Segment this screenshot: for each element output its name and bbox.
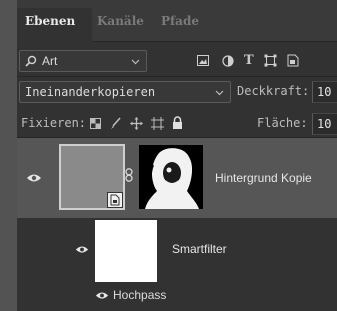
filter-kind-label: Art [42,54,58,68]
lock-all-icon[interactable] [172,116,183,129]
layer-thumbnail[interactable] [59,144,125,210]
image-filter-icon[interactable] [197,55,209,66]
blend-row: Ineinanderkopieren Deckkraft: 10 [17,81,337,103]
opacity-input[interactable]: 10 [312,81,337,103]
opacity-value: 10 [317,85,332,99]
smartfilter-label[interactable]: Smartfilter [172,242,227,256]
chevron-down-icon [131,59,140,65]
fill-value: 10 [317,117,332,131]
layer-row-hintergrund-kopie[interactable]: Hintergrund Kopie [17,138,337,218]
panel-tabs: Ebenen Kanäle Pfade [17,0,337,42]
layer-mask-thumbnail[interactable] [139,145,203,209]
smart-object-badge-icon [107,192,123,208]
eye-icon[interactable] [26,173,42,183]
layers-panel: Ebenen Kanäle Pfade Art T Ineinanderkopi… [17,0,337,311]
fill-input[interactable]: 10 [312,113,337,135]
lock-position-icon[interactable] [130,117,143,130]
lock-paint-icon[interactable] [110,117,122,130]
opacity-label[interactable]: Deckkraft: [237,84,309,98]
smartobject-filter-icon[interactable] [287,54,299,67]
layer-row-smartfilter[interactable]: Smartfilter Hochpass [17,218,337,311]
search-icon [25,55,37,67]
filter-kind-select[interactable]: Art [19,50,147,72]
layer-name[interactable]: Hintergrund Kopie [215,171,312,185]
eye-icon[interactable] [75,245,89,254]
blend-mode-label: Ineinanderkopieren [25,85,156,99]
tab-layers[interactable]: Ebenen [25,14,75,28]
blend-mode-select[interactable]: Ineinanderkopieren [19,81,231,103]
lock-artboard-icon[interactable] [151,117,164,130]
fill-label[interactable]: Fläche: [257,116,308,130]
type-filter-icon[interactable]: T [244,54,254,67]
adjustment-filter-icon[interactable] [222,55,234,67]
tab-channels[interactable]: Kanäle [97,14,144,28]
shape-filter-icon[interactable] [264,54,277,67]
smartfilter-mask-thumbnail[interactable] [95,220,157,282]
link-chain-icon[interactable] [125,168,133,182]
lock-label: Fixieren: [21,116,87,130]
tab-paths[interactable]: Pfade [161,14,199,28]
chevron-down-icon [215,90,224,96]
divider [17,76,337,77]
eye-icon[interactable] [95,291,109,300]
lock-transparent-icon[interactable] [90,118,101,129]
smart-filter-name: Hochpass [113,288,167,302]
mask-portrait-image [139,145,203,209]
layer-filter-row: Art T [17,50,337,72]
lock-row: Fixieren: Fläche: 10 [17,113,337,135]
